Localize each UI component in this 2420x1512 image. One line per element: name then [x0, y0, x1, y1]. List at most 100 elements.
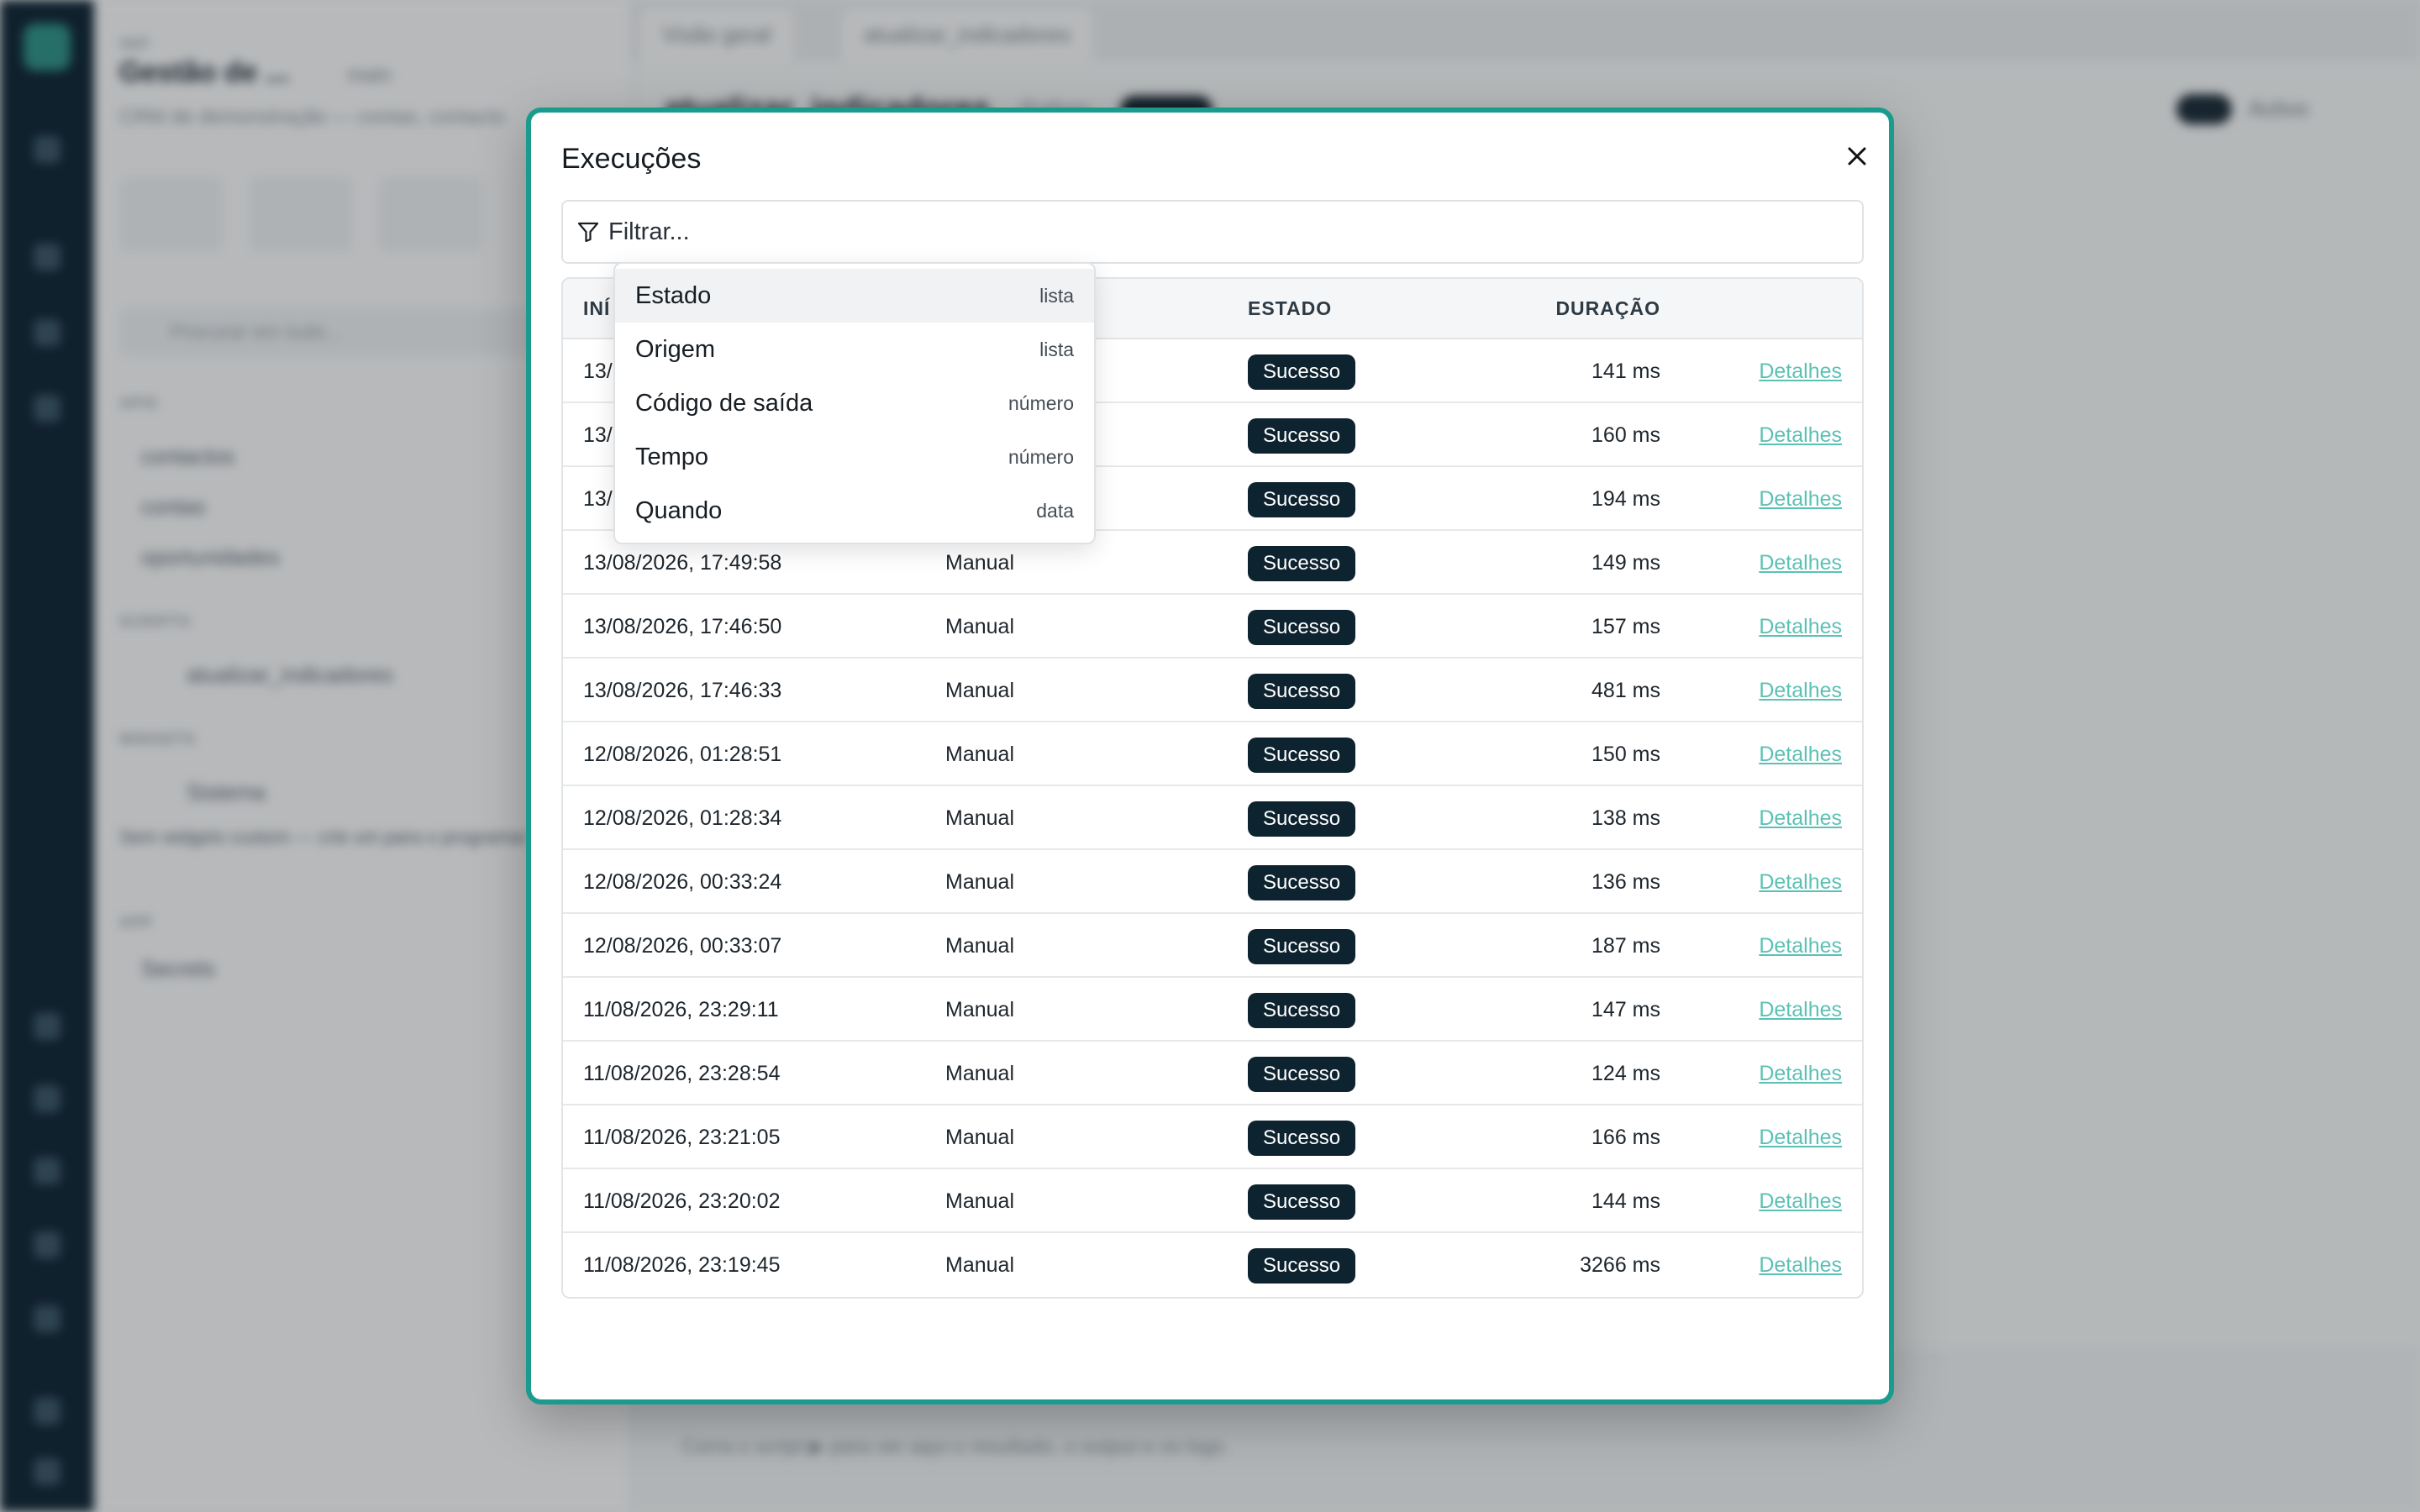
table-row: 12/08/2026, 00:33:07 Manual Sucesso 187 ms D…	[563, 914, 1862, 978]
cell-state: Sucesso	[1248, 546, 1356, 581]
table-row: 12/08/2026, 00:33:24 Manual Sucesso 136 ms D…	[563, 850, 1862, 914]
status-badge: Sucesso	[1248, 993, 1356, 1028]
cell-duration: 136 ms	[1591, 870, 1660, 894]
filter-option[interactable]: Código de saída número	[615, 376, 1094, 430]
table-row: 12/08/2026, 01:28:51 Manual Sucesso 150 ms D…	[563, 722, 1862, 786]
cell-duration: 144 ms	[1591, 1189, 1660, 1213]
details-link[interactable]: Detalhes	[1759, 551, 1842, 575]
status-badge: Sucesso	[1248, 1184, 1356, 1220]
cell-origin: Manual	[945, 1126, 1014, 1149]
filter-option[interactable]: Estado lista	[615, 269, 1094, 323]
status-badge: Sucesso	[1248, 674, 1356, 709]
filter-option-label: Origem	[635, 335, 716, 363]
cell-start: 12/08/2026, 01:28:51	[583, 743, 782, 766]
cell-start: 11/08/2026, 23:19:45	[583, 1253, 781, 1277]
cell-origin: Manual	[945, 679, 1014, 702]
cell-state: Sucesso	[1248, 354, 1356, 390]
filter-icon	[575, 218, 602, 245]
cell-start: 12/08/2026, 00:33:24	[583, 870, 782, 894]
status-badge: Sucesso	[1248, 929, 1356, 964]
cell-origin: Manual	[945, 806, 1014, 830]
details-link[interactable]: Detalhes	[1759, 870, 1842, 895]
cell-state: Sucesso	[1248, 1057, 1356, 1092]
filter-option-type: número	[1008, 445, 1074, 468]
cell-start: 13/08/2026, 17:49:58	[583, 551, 782, 575]
filter-option[interactable]: Tempo número	[615, 430, 1094, 484]
status-badge: Sucesso	[1248, 1248, 1356, 1284]
table-row: 13/08/2026, 17:46:33 Manual Sucesso 481 ms D…	[563, 659, 1862, 722]
cell-start: 12/08/2026, 00:33:07	[583, 934, 782, 958]
details-link[interactable]: Detalhes	[1759, 1189, 1842, 1214]
details-link[interactable]: Detalhes	[1759, 423, 1842, 448]
details-link[interactable]: Detalhes	[1759, 615, 1842, 639]
cell-origin: Manual	[945, 1189, 1014, 1213]
table-row: 11/08/2026, 23:20:02 Manual Sucesso 144 ms D…	[563, 1169, 1862, 1233]
header-state[interactable]: ESTADO	[1248, 297, 1332, 320]
cell-state: Sucesso	[1248, 993, 1356, 1028]
cell-state: Sucesso	[1248, 1248, 1356, 1284]
cell-origin: Manual	[945, 1253, 1014, 1277]
details-link[interactable]: Detalhes	[1759, 998, 1842, 1022]
cell-duration: 124 ms	[1591, 1062, 1660, 1085]
cell-state: Sucesso	[1248, 1121, 1356, 1156]
cell-start: 13/	[583, 360, 613, 383]
header-start[interactable]: INÍ	[583, 297, 610, 320]
cell-duration: 166 ms	[1591, 1126, 1660, 1149]
cell-origin: Manual	[945, 870, 1014, 894]
filter-option-label: Tempo	[635, 443, 709, 470]
status-badge: Sucesso	[1248, 1121, 1356, 1156]
cell-duration: 157 ms	[1591, 615, 1660, 638]
cell-origin: Manual	[945, 998, 1014, 1021]
cell-start: 13/08/2026, 17:46:33	[583, 679, 782, 702]
filter-option-type: lista	[1039, 338, 1074, 360]
filter-option-label: Estado	[635, 281, 712, 309]
details-link[interactable]: Detalhes	[1759, 1062, 1842, 1086]
table-row: 11/08/2026, 23:28:54 Manual Sucesso 124 ms D…	[563, 1042, 1862, 1105]
cell-state: Sucesso	[1248, 418, 1356, 454]
filter-field-menu: Estado lista Origem lista Código de saída núm…	[613, 262, 1096, 544]
filter-option[interactable]: Quando data	[615, 484, 1094, 538]
status-badge: Sucesso	[1248, 354, 1356, 390]
cell-state: Sucesso	[1248, 674, 1356, 709]
details-link[interactable]: Detalhes	[1759, 934, 1842, 958]
details-link[interactable]: Detalhes	[1759, 487, 1842, 512]
cell-state: Sucesso	[1248, 801, 1356, 837]
filter-input[interactable]	[608, 218, 1785, 246]
cell-start: 12/08/2026, 01:28:34	[583, 806, 782, 830]
cell-state: Sucesso	[1248, 482, 1356, 517]
cell-start: 13/08/2026, 17:46:50	[583, 615, 782, 638]
filter-field[interactable]	[561, 200, 1864, 264]
cell-start: 13/	[583, 487, 613, 511]
details-link[interactable]: Detalhes	[1759, 743, 1842, 767]
filter-option-type: data	[1036, 499, 1074, 522]
status-badge: Sucesso	[1248, 865, 1356, 900]
cell-state: Sucesso	[1248, 610, 1356, 645]
cell-duration: 150 ms	[1591, 743, 1660, 766]
cell-duration: 147 ms	[1591, 998, 1660, 1021]
cell-duration: 138 ms	[1591, 806, 1660, 830]
details-link[interactable]: Detalhes	[1759, 806, 1842, 831]
cell-start: 13/	[583, 423, 613, 447]
cell-duration: 149 ms	[1591, 551, 1660, 575]
cell-origin: Manual	[945, 551, 1014, 575]
cell-duration: 160 ms	[1591, 423, 1660, 447]
cell-state: Sucesso	[1248, 929, 1356, 964]
close-button[interactable]	[1839, 138, 1876, 175]
cell-start: 11/08/2026, 23:29:11	[583, 998, 779, 1021]
filter-option-type: número	[1008, 391, 1074, 414]
details-link[interactable]: Detalhes	[1759, 1126, 1842, 1150]
header-duration[interactable]: DURAÇÃO	[1555, 297, 1660, 320]
details-link[interactable]: Detalhes	[1759, 1253, 1842, 1278]
cell-origin: Manual	[945, 934, 1014, 958]
status-badge: Sucesso	[1248, 801, 1356, 837]
table-row: 13/08/2026, 17:46:50 Manual Sucesso 157 ms D…	[563, 595, 1862, 659]
filter-option[interactable]: Origem lista	[615, 323, 1094, 376]
details-link[interactable]: Detalhes	[1759, 679, 1842, 703]
filter-option-type: lista	[1039, 284, 1074, 307]
status-badge: Sucesso	[1248, 418, 1356, 454]
table-row: 11/08/2026, 23:29:11 Manual Sucesso 147 ms D…	[563, 978, 1862, 1042]
cell-duration: 141 ms	[1591, 360, 1660, 383]
table-row: 11/08/2026, 23:19:45 Manual Sucesso 3266 ms…	[563, 1233, 1862, 1297]
details-link[interactable]: Detalhes	[1759, 360, 1842, 384]
cell-start: 11/08/2026, 23:21:05	[583, 1126, 781, 1149]
